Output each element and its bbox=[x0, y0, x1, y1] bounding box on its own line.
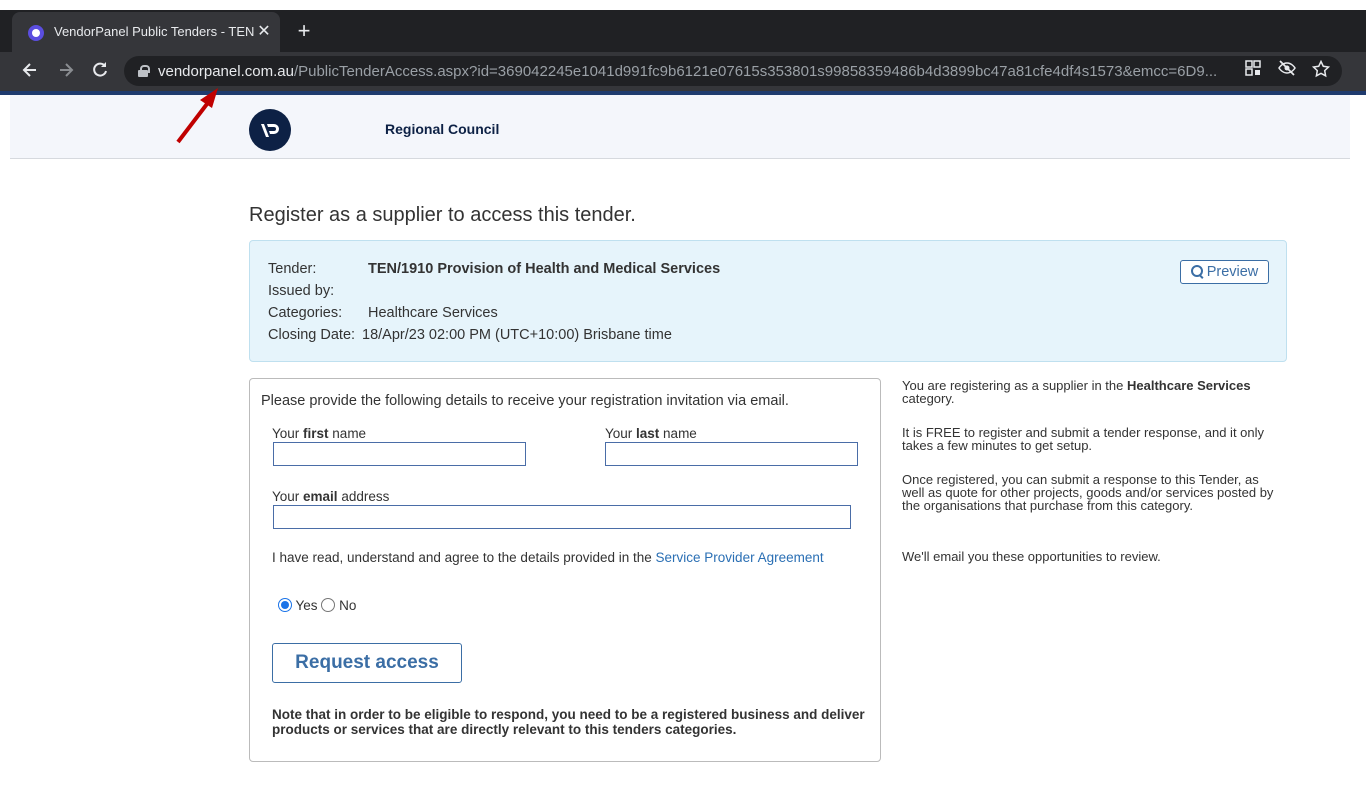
first-name-label: Your first name bbox=[272, 426, 366, 441]
agreement-prefix: I have read, understand and agree to the… bbox=[272, 550, 656, 565]
categories-value: Healthcare Services bbox=[368, 305, 498, 321]
tender-summary: Tender: TEN/1910 Provision of Health and… bbox=[249, 240, 1287, 362]
yes-radio[interactable] bbox=[278, 598, 292, 612]
tab-title: VendorPanel Public Tenders - TEN bbox=[54, 24, 254, 39]
categories-label: Categories: bbox=[268, 305, 343, 321]
side-info-2: It is FREE to register and submit a tend… bbox=[902, 425, 1265, 453]
request-access-button[interactable]: Request access bbox=[272, 643, 462, 683]
vendorpanel-favicon-icon bbox=[28, 25, 44, 41]
back-icon[interactable] bbox=[18, 60, 42, 84]
last-name-label: Your last name bbox=[605, 426, 697, 441]
search-icon bbox=[1190, 265, 1203, 277]
agreement-radio-group: Yes No bbox=[278, 598, 356, 613]
preview-label: Preview bbox=[1206, 264, 1259, 280]
closing-date-label: Closing Date: bbox=[268, 327, 356, 343]
first-name-label-prefix: Your bbox=[272, 426, 304, 441]
first-name-label-suffix: name bbox=[328, 426, 367, 441]
no-radio[interactable] bbox=[321, 598, 336, 612]
issued-by-row: Issued by: bbox=[268, 283, 334, 299]
eye-off-icon[interactable] bbox=[1276, 60, 1298, 82]
vendorpanel-logo[interactable] bbox=[249, 109, 291, 151]
side-info-1: You are registering as a supplier in the… bbox=[902, 379, 1282, 405]
url-domain: vendorpanel.com.au bbox=[158, 63, 294, 80]
email-label: Your email address bbox=[272, 489, 389, 504]
star-icon[interactable] bbox=[1310, 59, 1332, 82]
no-label: No bbox=[339, 598, 357, 613]
url-text[interactable]: vendorpanel.com.au/PublicTenderAccess.as… bbox=[158, 63, 1238, 80]
annotation-arrow-icon bbox=[176, 88, 218, 144]
close-tab-icon[interactable]: ✕ bbox=[254, 22, 274, 42]
side-info-4: We'll email you these opportunities to r… bbox=[902, 549, 1161, 564]
organisation-name: Regional Council bbox=[385, 121, 500, 137]
email-input[interactable] bbox=[273, 505, 851, 529]
registration-form: Please provide the following details to … bbox=[249, 378, 881, 762]
eligibility-note: Note that in order to be eligible to res… bbox=[272, 707, 865, 737]
agreement-text: I have read, understand and agree to the… bbox=[272, 550, 832, 566]
closing-date-value: 18/Apr/23 02:00 PM (UTC+10:00) Brisbane … bbox=[362, 327, 672, 343]
yes-label: Yes bbox=[295, 598, 318, 613]
browser-chrome: VendorPanel Public Tenders - TEN ✕ + ven… bbox=[0, 0, 1366, 91]
qr-code-icon[interactable] bbox=[1242, 60, 1264, 82]
tab-strip: VendorPanel Public Tenders - TEN ✕ + bbox=[0, 10, 1366, 52]
address-bar[interactable]: vendorpanel.com.au/PublicTenderAccess.as… bbox=[124, 56, 1342, 86]
last-name-label-bold: last bbox=[636, 426, 660, 441]
first-name-input[interactable] bbox=[273, 442, 526, 466]
new-tab-icon[interactable]: + bbox=[292, 19, 316, 43]
side-info-3: Once registered, you can submit a respon… bbox=[902, 472, 1274, 513]
last-name-label-suffix: name bbox=[659, 426, 697, 441]
closing-date-row: Closing Date: 18/Apr/23 02:00 PM (UTC+10… bbox=[268, 327, 672, 343]
form-intro: Please provide the following details to … bbox=[261, 393, 789, 409]
service-provider-agreement-link[interactable]: Service Provider Agreement bbox=[656, 550, 824, 565]
email-label-suffix: address bbox=[337, 489, 390, 504]
first-name-label-bold: first bbox=[303, 426, 329, 441]
window-top-strip bbox=[0, 0, 1366, 10]
last-name-label-prefix: Your bbox=[605, 426, 637, 441]
issued-by-label: Issued by: bbox=[268, 283, 335, 299]
page-title: Register as a supplier to access this te… bbox=[249, 204, 636, 226]
forward-icon[interactable] bbox=[54, 60, 78, 84]
last-name-input[interactable] bbox=[605, 442, 858, 466]
tender-label: Tender: bbox=[268, 261, 317, 277]
active-tab[interactable]: VendorPanel Public Tenders - TEN ✕ bbox=[12, 12, 280, 52]
categories-row: Categories: Healthcare Services bbox=[268, 305, 498, 321]
side-info-1-bold: Healthcare Services bbox=[1127, 378, 1251, 393]
tender-value: TEN/1910 Provision of Health and Medical… bbox=[368, 261, 721, 277]
reload-icon[interactable] bbox=[88, 60, 112, 84]
preview-button[interactable]: Preview bbox=[1180, 260, 1269, 284]
tender-row: Tender: TEN/1910 Provision of Health and… bbox=[268, 261, 720, 277]
email-label-prefix: Your bbox=[272, 489, 304, 504]
lock-icon[interactable] bbox=[138, 65, 150, 77]
side-info-1-suffix: category. bbox=[902, 391, 955, 406]
email-label-bold: email bbox=[303, 489, 338, 504]
url-path: /PublicTenderAccess.aspx?id=369042245e10… bbox=[293, 63, 1218, 80]
